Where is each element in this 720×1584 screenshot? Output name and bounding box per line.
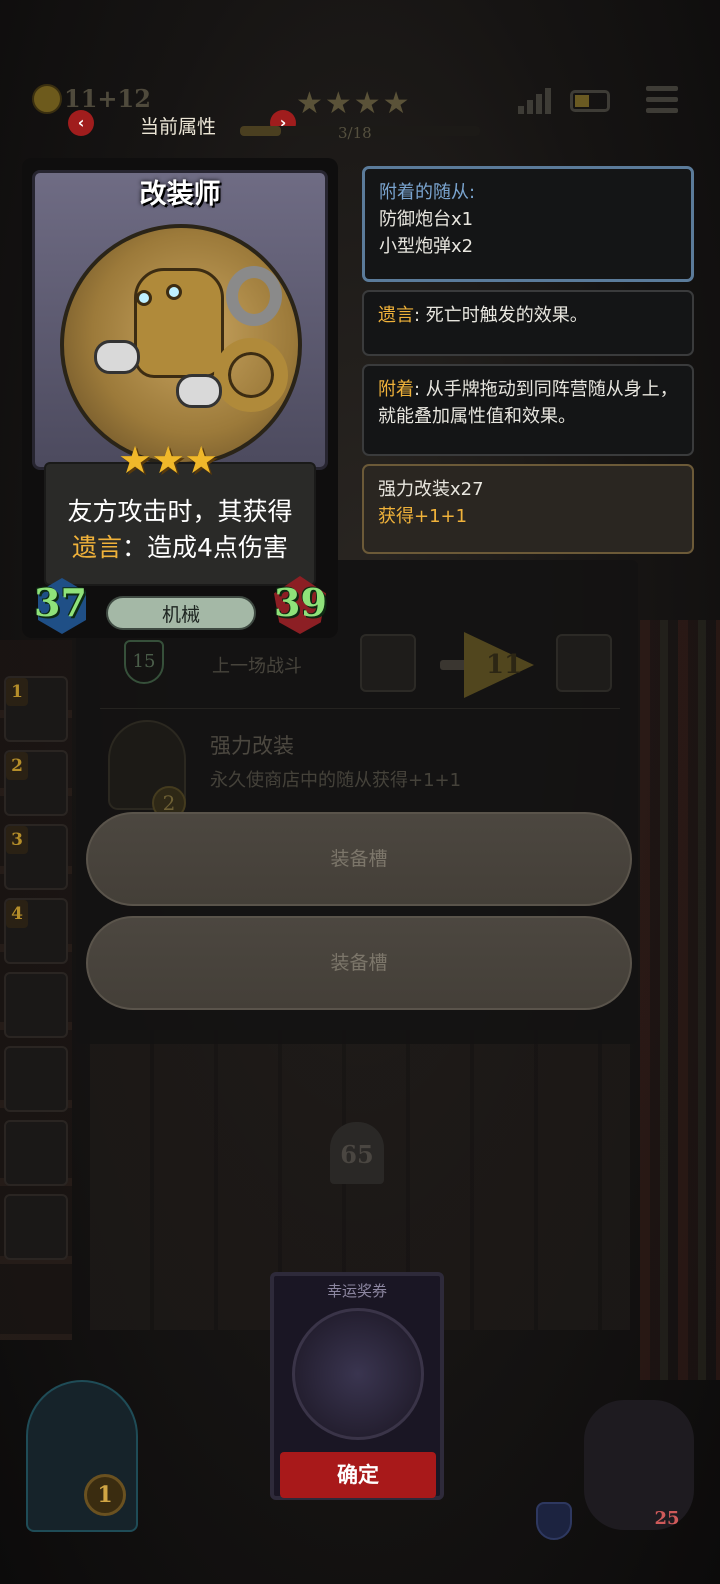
minion-portrait <box>60 224 302 466</box>
attached-header: 附着的随从: <box>379 182 476 203</box>
signal-icon <box>518 88 552 114</box>
minion-slot-5[interactable] <box>4 972 68 1038</box>
bookshelf-right <box>640 620 720 1380</box>
card-description-line-1: 友方攻击时，其获得 <box>67 497 293 526</box>
gold-coin-icon <box>32 84 62 114</box>
robot-eye <box>166 284 182 300</box>
equipment-slot-2[interactable]: 装备槽 <box>86 916 632 1010</box>
refresh-cost-badge: 1 <box>84 1474 126 1516</box>
attached-item: 防御炮台x1 <box>379 209 474 230</box>
prev-page-button[interactable]: ‹ <box>68 110 94 136</box>
hero-health: 25 <box>654 1508 680 1529</box>
minion-slot-number: 4 <box>6 900 28 928</box>
minion-slot-2[interactable]: 2 <box>4 750 68 816</box>
robot-hand <box>94 340 140 374</box>
battery-icon <box>570 90 610 112</box>
attached-item: 小型炮弹x2 <box>379 236 474 257</box>
health-value: 39 <box>274 580 327 625</box>
last-battle-enemy-portrait <box>556 634 612 692</box>
last-battle-label: 上一场战斗 <box>212 656 302 677</box>
damage-value: 11 <box>486 650 523 680</box>
deathrattle-tooltip: 遗言: 死亡时触发的效果。 <box>362 290 694 356</box>
upgrade-description: 永久使商店中的随从获得+1+1 <box>210 770 462 791</box>
minion-slot-1[interactable]: 1 <box>4 676 68 742</box>
progress-text: 3/18 <box>338 124 372 142</box>
lucky-ticket-image <box>292 1308 424 1440</box>
minion-slot-4[interactable]: 4 <box>4 898 68 964</box>
tribe-badge: 机械 <box>106 596 256 630</box>
minion-slot-number: 3 <box>6 826 28 854</box>
minion-slot-3[interactable]: 3 <box>4 824 68 890</box>
deathrattle-text: : 死亡时触发的效果。 <box>414 305 588 326</box>
deathrattle-keyword: 遗言 <box>378 305 414 326</box>
robot-body <box>134 268 224 378</box>
upgrade-title: 强力改装 <box>210 734 294 758</box>
attached-minions-box: 附着的随从: 防御炮台x1 小型炮弹x2 <box>362 166 694 282</box>
armor-shield: 15 <box>124 640 164 684</box>
lucky-ticket-title: 幸运奖券 <box>326 1282 387 1300</box>
attach-tooltip: 附着: 从手牌拖动到同阵营随从身上，就能叠加属性值和效果。 <box>362 364 694 456</box>
attack-value: 37 <box>34 580 87 625</box>
refresh-door[interactable] <box>26 1380 138 1532</box>
damage-arrow: 11 <box>440 632 536 698</box>
divider <box>100 708 620 709</box>
minion-slot-number: 1 <box>6 678 28 706</box>
robot-eye <box>136 290 152 306</box>
last-battle-player-portrait <box>360 634 416 692</box>
buff-name: 强力改装x27 <box>378 479 484 500</box>
attribute-title: 当前属性 <box>140 116 217 138</box>
card-name: 改装师 <box>139 179 221 210</box>
menu-icon[interactable] <box>646 86 678 114</box>
robot-ring <box>214 338 288 412</box>
attach-text: : 从手牌拖动到同阵营随从身上，就能叠加属性值和效果。 <box>378 379 678 427</box>
equipment-slot-1[interactable]: 装备槽 <box>86 812 632 906</box>
minion-slot-6[interactable] <box>4 1046 68 1112</box>
minion-slot-number: 2 <box>6 752 28 780</box>
confirm-button[interactable]: 确定 <box>280 1452 436 1498</box>
card-stars: ★★★ <box>118 438 218 482</box>
minion-slot-7[interactable] <box>4 1120 68 1186</box>
buff-box: 强力改装x27 获得+1+1 <box>362 464 694 554</box>
card-description-text: ：造成4点伤害 <box>122 533 288 562</box>
attach-keyword: 附着 <box>378 379 414 400</box>
robot-hand <box>176 374 222 408</box>
buff-gain: 获得+1+1 <box>378 506 468 527</box>
minion-slot-8[interactable] <box>4 1194 68 1260</box>
shop-tombstone: 65 <box>330 1122 384 1184</box>
tier-stars: ★★★★ <box>296 86 412 121</box>
hero-armor-icon <box>536 1502 572 1540</box>
card-description-line-2: 遗言：造成4点伤害 <box>44 528 316 564</box>
robot-claw <box>226 266 282 326</box>
gold-count: 11+12 <box>64 84 151 113</box>
deathrattle-keyword: 遗言 <box>72 533 123 562</box>
